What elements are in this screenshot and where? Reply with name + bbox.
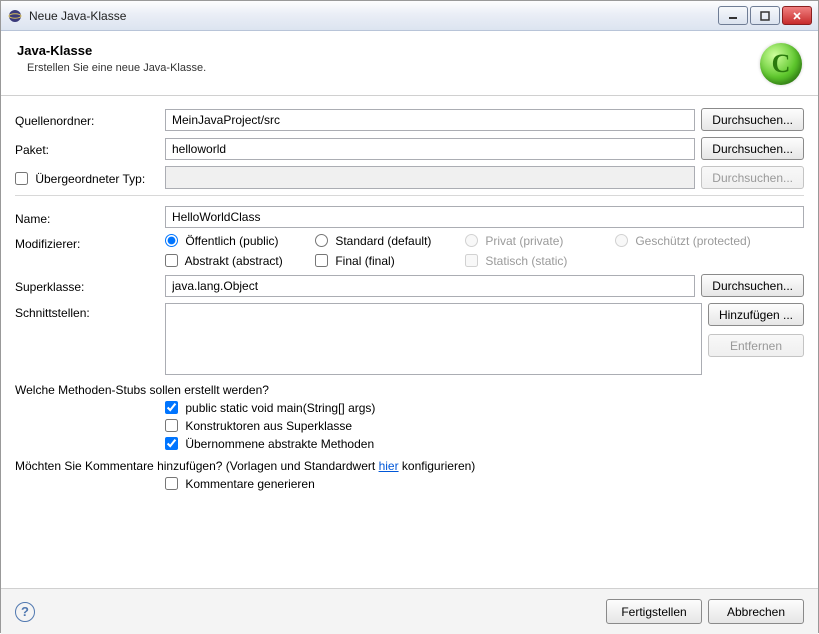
modifier-abstract[interactable]: Abstrakt (abstract) xyxy=(165,254,315,268)
label-interfaces: Schnittstellen: xyxy=(15,303,165,320)
window-controls xyxy=(718,6,812,25)
stubs-question: Welche Methoden-Stubs sollen erstellt we… xyxy=(15,383,804,397)
modifier-default[interactable]: Standard (default) xyxy=(315,234,465,248)
stub-inherited-abstract-check[interactable]: Übernommene abstrakte Methoden xyxy=(165,437,804,451)
comments-question: Möchten Sie Kommentare hinzufügen? (Vorl… xyxy=(15,459,804,473)
finish-button[interactable]: Fertigstellen xyxy=(606,599,702,624)
label-source-folder: Quellenordner: xyxy=(15,111,165,128)
add-interface-button[interactable]: Hinzufügen ... xyxy=(708,303,804,326)
name-input[interactable] xyxy=(165,206,804,228)
eclipse-icon xyxy=(7,8,23,24)
help-icon[interactable]: ? xyxy=(15,602,35,622)
banner-subheading: Erstellen Sie eine neue Java-Klasse. xyxy=(27,62,760,74)
maximize-button[interactable] xyxy=(750,6,780,25)
configure-link[interactable]: hier xyxy=(379,459,399,473)
label-package: Paket: xyxy=(15,140,165,157)
class-icon: C xyxy=(760,43,802,85)
modifier-public[interactable]: Öffentlich (public) xyxy=(165,234,315,248)
browse-enclosing-button: Durchsuchen... xyxy=(701,166,804,189)
generate-comments-check[interactable]: Kommentare generieren xyxy=(165,477,804,491)
minimize-button[interactable] xyxy=(718,6,748,25)
wizard-banner: Java-Klasse Erstellen Sie eine neue Java… xyxy=(1,31,818,96)
modifier-static: Statisch (static) xyxy=(465,254,615,268)
browse-package-button[interactable]: Durchsuchen... xyxy=(701,137,804,160)
button-bar: ? Fertigstellen Abbrechen xyxy=(1,588,818,634)
label-superclass: Superklasse: xyxy=(15,277,165,294)
source-folder-input[interactable] xyxy=(165,109,695,131)
window-title: Neue Java-Klasse xyxy=(29,9,718,23)
package-input[interactable] xyxy=(165,138,695,160)
stub-main-check[interactable]: public static void main(String[] args) xyxy=(165,401,804,415)
label-name: Name: xyxy=(15,209,165,226)
label-modifiers: Modifizierer: xyxy=(15,234,165,251)
remove-interface-button: Entfernen xyxy=(708,334,804,357)
interfaces-list[interactable] xyxy=(165,303,702,375)
separator xyxy=(15,195,804,196)
close-button[interactable] xyxy=(782,6,812,25)
modifier-protected: Geschützt (protected) xyxy=(615,234,785,248)
titlebar: Neue Java-Klasse xyxy=(1,1,818,31)
browse-source-folder-button[interactable]: Durchsuchen... xyxy=(701,108,804,131)
form: Quellenordner: Durchsuchen... Paket: Dur… xyxy=(1,96,818,497)
browse-superclass-button[interactable]: Durchsuchen... xyxy=(701,274,804,297)
stub-super-constructors-check[interactable]: Konstruktoren aus Superklasse xyxy=(165,419,804,433)
cancel-button[interactable]: Abbrechen xyxy=(708,599,804,624)
enclosing-type-input xyxy=(165,166,695,189)
enclosing-type-check[interactable]: Übergeordneter Typ: xyxy=(15,172,145,186)
banner-heading: Java-Klasse xyxy=(17,43,760,58)
modifier-final[interactable]: Final (final) xyxy=(315,254,465,268)
superclass-input[interactable] xyxy=(165,275,695,297)
modifier-private: Privat (private) xyxy=(465,234,615,248)
